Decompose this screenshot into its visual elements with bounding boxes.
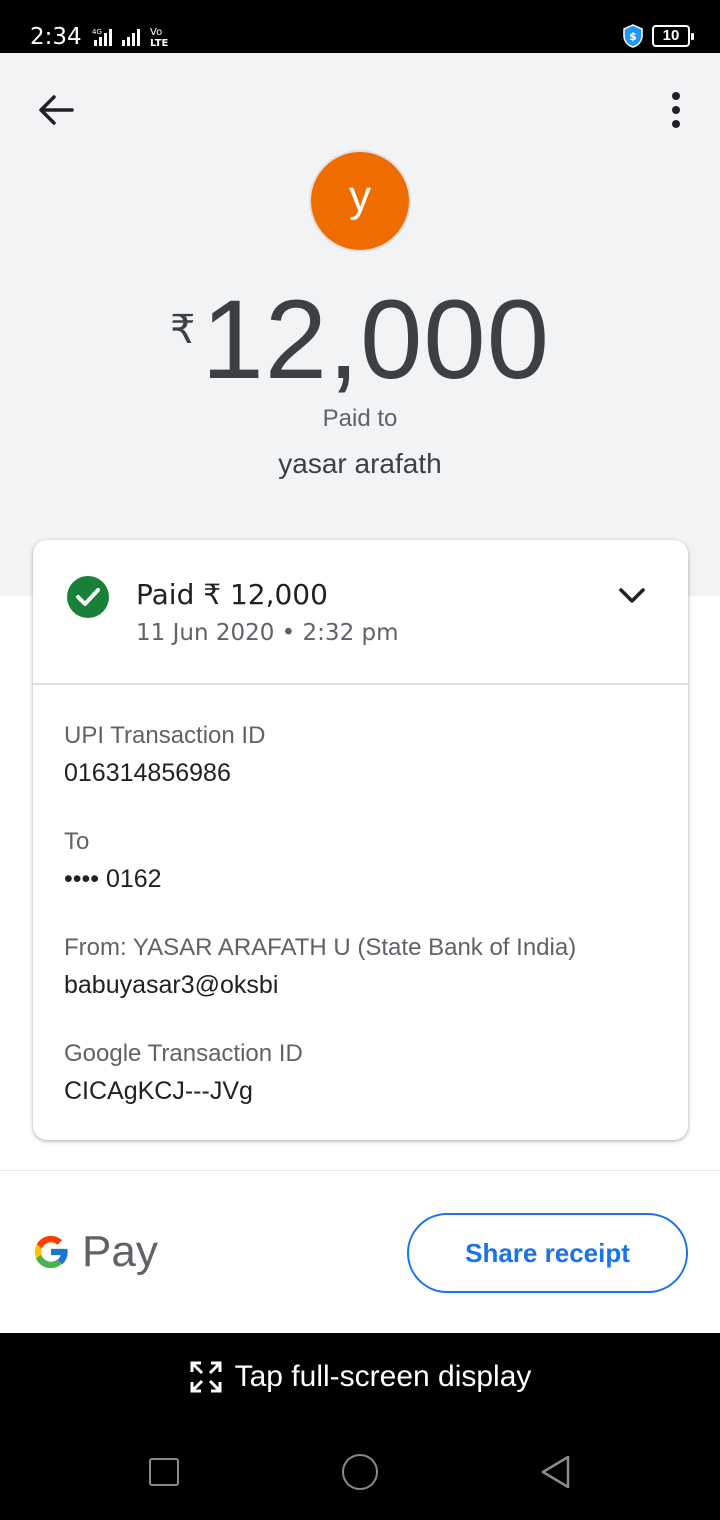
google-pay-logo: Pay <box>30 1222 158 1282</box>
google-g-icon <box>34 1235 69 1269</box>
status-time: 2:34 <box>30 24 82 50</box>
signal-icon: 4G Vo LTE <box>92 27 169 48</box>
system-navigation-bar: Tap full-screen display <box>0 1333 720 1520</box>
status-bar: 2:34 4G Vo LTE $ 10 <box>0 0 720 53</box>
share-receipt-button[interactable]: Share receipt <box>407 1213 688 1293</box>
upi-transaction-id-value: 016314856986 <box>64 759 231 787</box>
home-icon[interactable] <box>342 1454 378 1490</box>
amount-value: 12,000 <box>201 277 550 402</box>
to-account-label: To <box>64 828 90 855</box>
amount-display: ₹12,000 <box>0 275 720 404</box>
from-account-label: From: YASAR ARAFATH U (State Bank of Ind… <box>64 934 577 961</box>
security-shield-icon: $ <box>623 24 643 48</box>
divider <box>33 683 688 685</box>
back-arrow-icon[interactable] <box>34 90 78 130</box>
from-upi-id-value: babuyasar3@oksbi <box>64 971 279 999</box>
svg-text:4G: 4G <box>92 28 102 36</box>
payment-header: y ₹12,000 Paid to yasar arafath <box>0 53 720 596</box>
google-transaction-id-value: CICAgKCJ---JVg <box>64 1077 253 1105</box>
footer-divider <box>0 1170 720 1171</box>
fullscreen-hint[interactable]: Tap full-screen display <box>0 1360 720 1394</box>
fullscreen-icon <box>190 1361 222 1393</box>
upi-transaction-id-label: UPI Transaction ID <box>64 722 266 749</box>
google-transaction-id-label: Google Transaction ID <box>64 1040 303 1067</box>
fullscreen-hint-label: Tap full-screen display <box>234 1360 532 1393</box>
payment-status-title: Paid ₹ 12,000 <box>136 578 328 611</box>
payment-date: 11 Jun 2020 • 2:32 pm <box>136 620 399 646</box>
svg-text:Vo: Vo <box>150 27 162 38</box>
battery-icon: 10 <box>652 25 694 47</box>
payee-avatar: y <box>309 150 411 252</box>
transaction-details-card: Paid ₹ 12,000 11 Jun 2020 • 2:32 pm UPI … <box>33 540 688 1140</box>
recent-apps-icon[interactable] <box>149 1458 179 1486</box>
currency-symbol: ₹ <box>169 307 196 353</box>
svg-text:LTE: LTE <box>150 38 169 48</box>
success-check-icon <box>67 576 109 618</box>
to-account-value: •••• 0162 <box>64 865 162 893</box>
chevron-down-icon[interactable] <box>616 584 648 608</box>
payee-name: yasar arafath <box>278 448 442 479</box>
paid-to-label: Paid to <box>322 405 398 432</box>
more-options-icon[interactable] <box>660 88 692 132</box>
google-pay-brand-text: Pay <box>82 1227 158 1276</box>
svg-text:$: $ <box>629 30 637 43</box>
system-back-icon[interactable] <box>538 1453 574 1491</box>
